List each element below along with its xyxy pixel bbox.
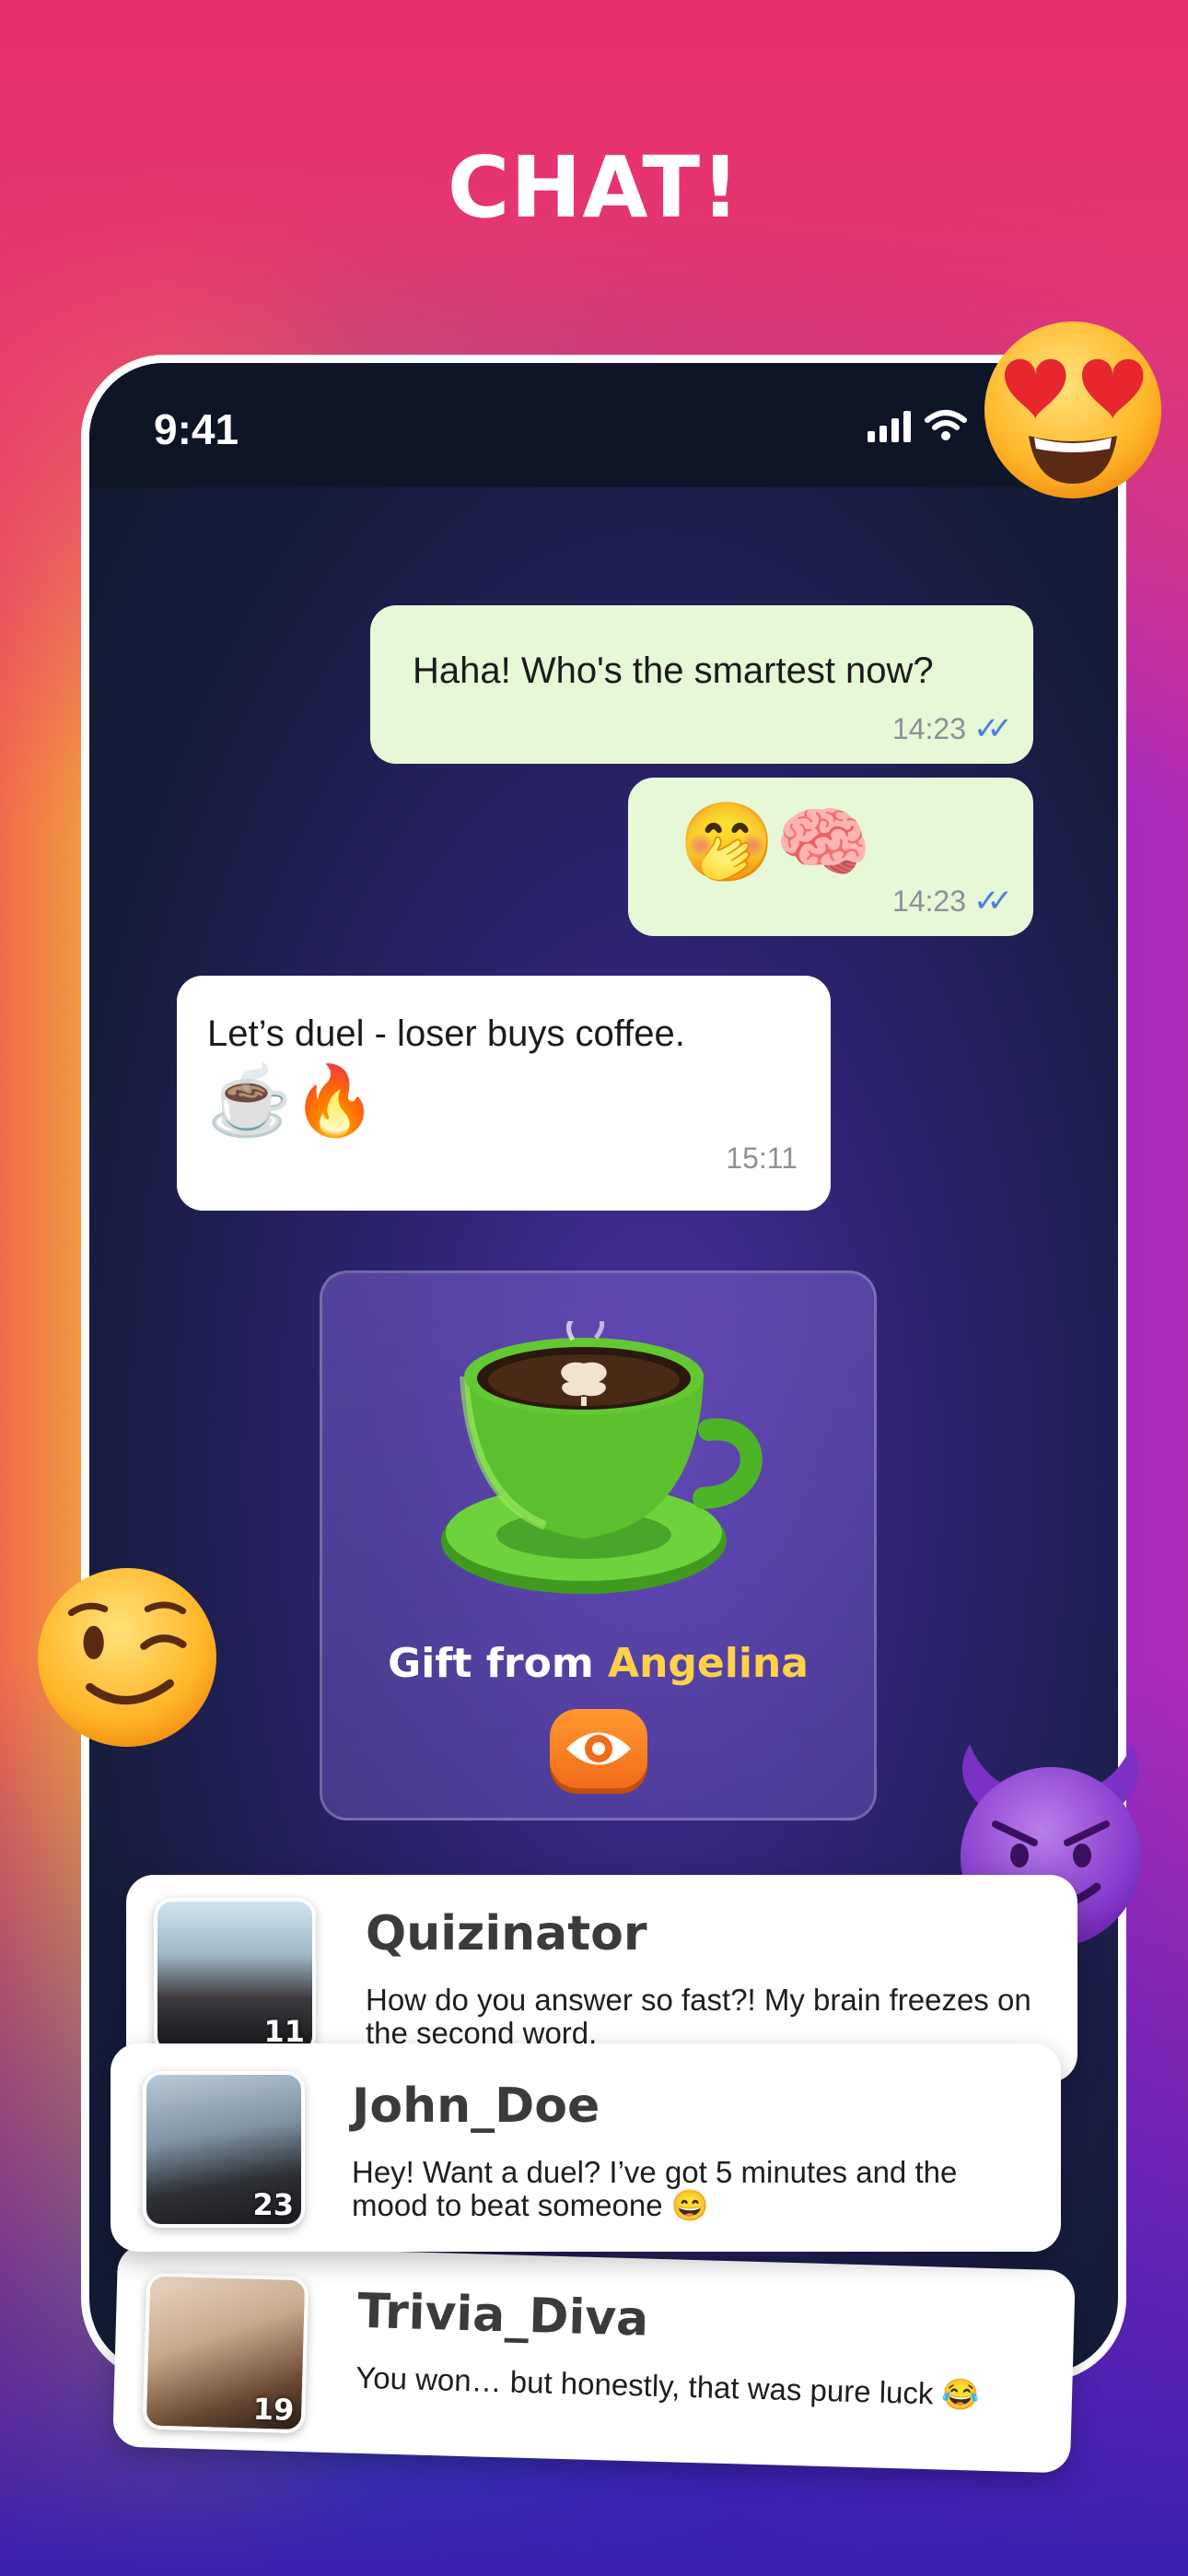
headline: CHAT! [447, 138, 741, 237]
coffee-cup-icon [441, 1321, 763, 1594]
chat-preview: How do you answer so fast?! My brain fre… [366, 1983, 1031, 2050]
avatar: 23 [143, 2071, 305, 2228]
message-bubble-outgoing[interactable]: Haha! Who's the smartest now? 14:23 ✓✓ [370, 605, 1033, 764]
message-bubble-incoming[interactable]: Let’s duel - loser buys coffee. ☕🔥 15:11 [177, 976, 831, 1211]
wifi-icon [925, 410, 967, 440]
chat-preview: Hey! Want a duel? I’ve got 5 minutes and… [352, 2155, 958, 2222]
message-time: 14:23 [891, 884, 967, 918]
level-badge: 19 [252, 2391, 295, 2428]
chat-name: Quizinator [366, 1906, 647, 1961]
message-text: Haha! Who's the smartest now? [413, 650, 934, 691]
status-time: 9:41 [154, 405, 239, 453]
read-check-icon: ✓✓ [973, 884, 1013, 919]
avatar: 11 [154, 1898, 316, 2055]
message-meta: 14:23 ✓✓ [891, 883, 1013, 919]
chat-name: Trivia_Diva [356, 2283, 650, 2348]
message-meta: 14:23 ✓✓ [891, 710, 1013, 747]
gift-sender: Angelina [608, 1640, 809, 1687]
chat-preview: You won… but honestly, that was pure luc… [355, 2359, 981, 2412]
message-time: 15:11 [726, 1142, 798, 1175]
status-icons [868, 409, 968, 442]
gift-label: Gift from Angelina [322, 1640, 874, 1687]
message-bubble-outgoing[interactable]: 🤭🧠 14:23 ✓✓ [628, 778, 1033, 936]
gift-label-prefix: Gift from [388, 1640, 594, 1687]
signal-icon [868, 411, 911, 442]
eye-icon [566, 1732, 631, 1765]
level-badge: 23 [252, 2187, 294, 2222]
chat-name: John_Doe [352, 2078, 600, 2134]
status-bar: 9:41 [89, 363, 1118, 487]
heart-eyes-emoji [984, 322, 1161, 498]
chat-list-item[interactable]: 19 Trivia_Diva You won… but honestly, th… [112, 2243, 1076, 2474]
read-check-icon: ✓✓ [973, 711, 1013, 746]
message-text: Let’s duel - loser buys coffee. [207, 1013, 685, 1054]
message-meta: 15:11 [726, 1142, 798, 1176]
view-gift-button[interactable] [550, 1709, 647, 1788]
message-time: 14:23 [891, 711, 967, 745]
avatar: 19 [142, 2272, 309, 2434]
gift-card[interactable]: Gift from Angelina [320, 1270, 877, 1821]
message-emojis: ☕🔥 [207, 1062, 378, 1139]
wink-emoji [38, 1568, 216, 1747]
message-emojis: 🤭🧠 [679, 799, 872, 885]
chat-list-item[interactable]: 23 John_Doe Hey! Want a duel? I’ve got 5… [111, 2043, 1061, 2252]
